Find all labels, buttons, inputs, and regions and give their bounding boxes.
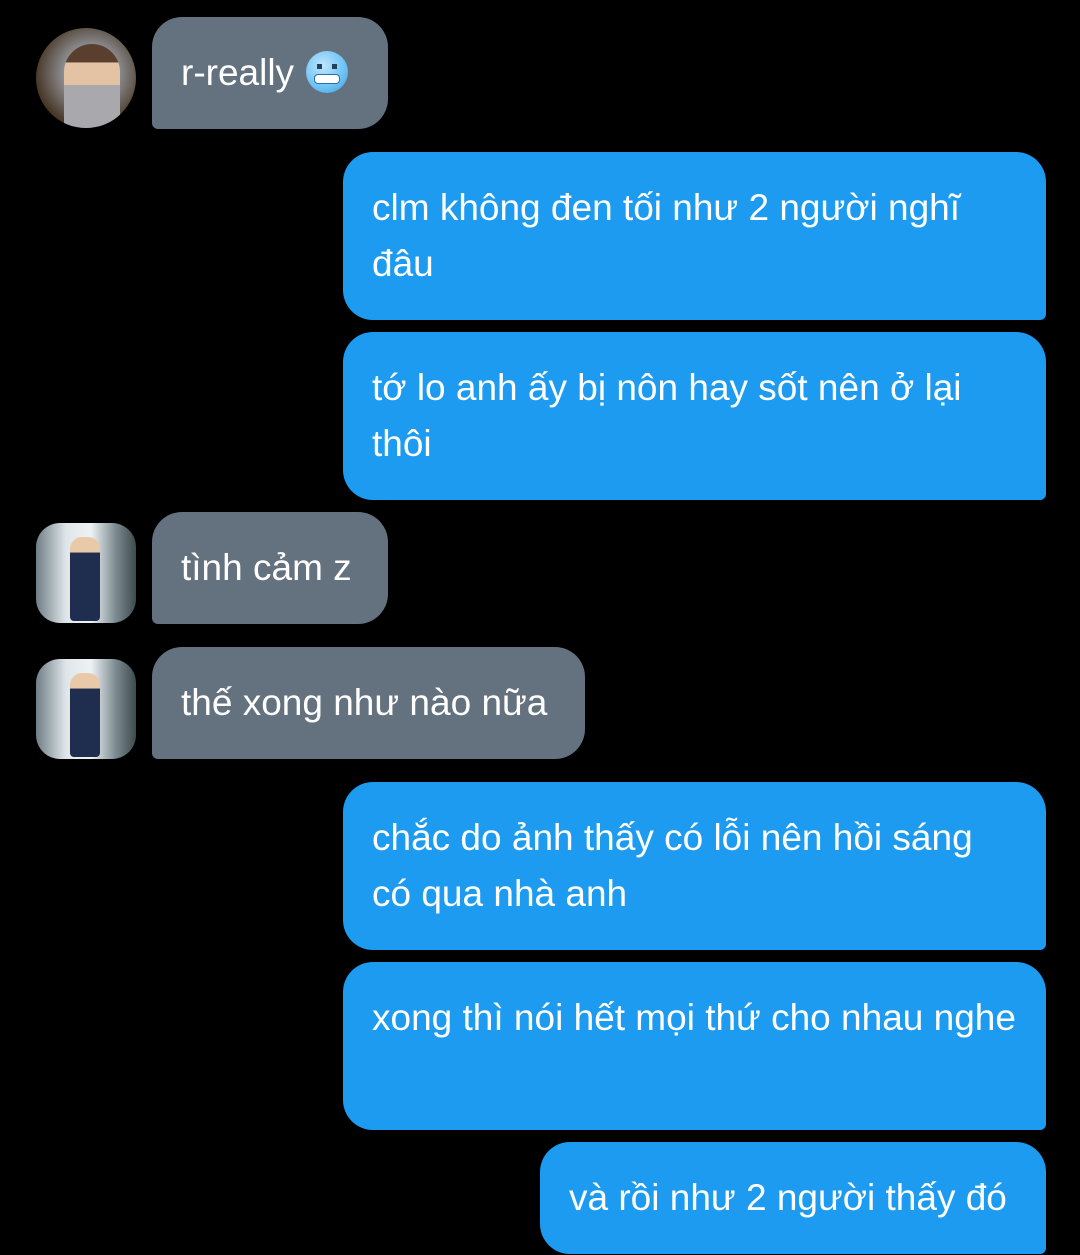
message-text: tình cảm z [181, 547, 352, 588]
message-text: và rồi như 2 người thấy đó [569, 1177, 1007, 1218]
avatar-photo [70, 673, 100, 757]
message-text: chắc do ảnh thấy có lỗi nên hồi sáng có … [372, 817, 973, 914]
avatar-photo [70, 537, 100, 621]
sender-avatar[interactable] [36, 28, 136, 128]
cold-face-emoji-icon [306, 51, 349, 94]
message-text: xong thì nói hết mọi thứ cho nhau nghe [372, 997, 1016, 1038]
message-text: clm không đen tối như 2 người nghĩ đâu [372, 187, 961, 284]
message-bubble-incoming[interactable]: thế xong như nào nữa [152, 647, 585, 759]
message-text: tớ lo anh ấy bị nôn hay sốt nên ở lại th… [372, 367, 962, 464]
avatar-photo [64, 44, 120, 128]
message-bubble-outgoing[interactable]: chắc do ảnh thấy có lỗi nên hồi sáng có … [343, 782, 1046, 950]
message-text: r-really [181, 52, 295, 93]
message-text: thế xong như nào nữa [181, 682, 548, 723]
sender-avatar[interactable] [36, 523, 136, 623]
sender-avatar[interactable] [36, 659, 136, 759]
message-bubble-incoming[interactable]: r-really [152, 17, 388, 129]
message-bubble-incoming[interactable]: tình cảm z [152, 512, 388, 624]
message-bubble-outgoing[interactable]: clm không đen tối như 2 người nghĩ đâu [343, 152, 1046, 320]
message-bubble-outgoing[interactable]: và rồi như 2 người thấy đó [540, 1142, 1046, 1254]
message-bubble-outgoing[interactable]: xong thì nói hết mọi thứ cho nhau nghe [343, 962, 1046, 1130]
message-bubble-outgoing[interactable]: tớ lo anh ấy bị nôn hay sốt nên ở lại th… [343, 332, 1046, 500]
